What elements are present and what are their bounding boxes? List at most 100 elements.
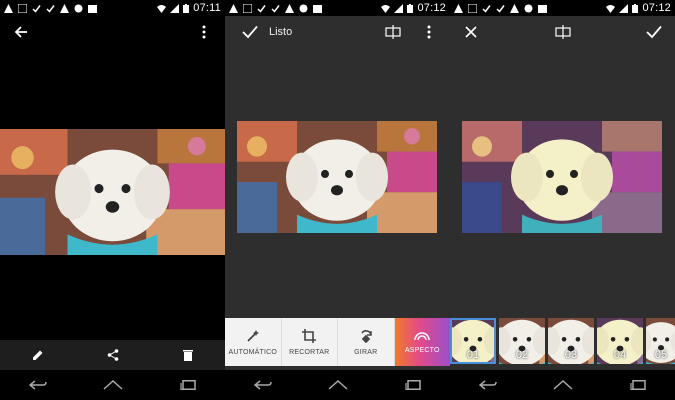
share-button[interactable]	[102, 344, 124, 366]
nav-recents-button[interactable]	[402, 374, 424, 396]
nav-back-button[interactable]	[477, 374, 499, 396]
photo-viewer-screen: 07:11	[0, 0, 225, 400]
nav-back-icon	[478, 380, 497, 390]
compare-icon	[385, 25, 401, 39]
check-icon	[32, 4, 41, 13]
wifi-icon	[381, 4, 391, 13]
system-nav-bar	[0, 370, 225, 400]
status-bar: 07:12	[450, 0, 675, 16]
filter-label: 02	[515, 349, 529, 361]
signal-icon	[394, 3, 404, 13]
nav-home-icon	[103, 380, 122, 390]
system-nav-bar	[450, 370, 675, 400]
tool-aspect-label: ASPECTO	[404, 346, 440, 354]
notification-icon	[454, 3, 463, 13]
edit-button[interactable]	[27, 344, 49, 366]
wifi-icon	[606, 4, 616, 13]
settings-icon	[299, 4, 308, 12]
nav-recents-button[interactable]	[627, 374, 649, 396]
warning-icon	[510, 3, 519, 13]
tool-crop-label: RECORTAR	[289, 348, 330, 356]
image-icon	[243, 3, 252, 13]
photo-preview	[462, 121, 662, 233]
nav-home-icon	[553, 380, 572, 390]
status-bar: 07:12	[225, 0, 450, 16]
arrow-left-icon	[14, 26, 27, 38]
filter-label: 04	[613, 349, 627, 361]
filter-thumb[interactable]: 05	[646, 318, 675, 364]
settings-icon	[524, 4, 533, 12]
action-bar	[0, 340, 225, 370]
overflow-menu-button[interactable]	[418, 21, 440, 43]
more-vert-icon	[202, 25, 206, 39]
done-button[interactable]	[239, 21, 261, 43]
warning-icon	[60, 3, 69, 13]
wifi-icon	[157, 4, 167, 13]
back-button[interactable]	[10, 21, 32, 43]
compare-icon	[554, 25, 571, 39]
nav-home-button[interactable]	[102, 374, 124, 396]
battery-icon	[407, 3, 414, 13]
nav-recents-icon	[629, 380, 646, 390]
signal-icon	[619, 3, 629, 13]
status-bar: 07:11	[0, 0, 225, 16]
edit-tools: AUTOMÁTICO RECORTAR GIRAR ASPECTO	[225, 318, 450, 366]
delete-button[interactable]	[177, 344, 199, 366]
cancel-button[interactable]	[460, 21, 482, 43]
check-icon	[271, 4, 280, 13]
nav-home-button[interactable]	[327, 374, 349, 396]
app-bar	[0, 16, 225, 48]
tool-aspect[interactable]: ASPECTO	[394, 318, 450, 366]
nav-recents-icon	[179, 380, 196, 390]
nav-home-button[interactable]	[552, 374, 574, 396]
compare-button[interactable]	[552, 21, 574, 43]
photo-editor-screen: 07:12 Listo AUTOMÁTICO RECORTAR GIRAR AS…	[225, 0, 450, 400]
filter-strip: 01 02 03 04 05	[450, 318, 675, 366]
filter-thumb[interactable]: 01	[450, 318, 496, 364]
app-bar	[450, 16, 675, 48]
clock: 07:11	[193, 2, 221, 14]
app-bar: Listo	[225, 16, 450, 48]
nav-back-button[interactable]	[27, 374, 49, 396]
check-icon	[46, 4, 55, 13]
calendar-icon	[88, 4, 97, 13]
image-icon	[18, 3, 27, 13]
magic-wand-icon	[247, 329, 259, 342]
tool-rotate-label: GIRAR	[354, 348, 378, 356]
calendar-icon	[538, 4, 547, 13]
check-icon	[482, 4, 491, 13]
nav-home-icon	[328, 380, 347, 390]
notification-icon	[229, 3, 238, 13]
check-icon	[496, 4, 505, 13]
notification-icon	[4, 3, 13, 13]
signal-icon	[170, 3, 180, 13]
close-icon	[465, 26, 477, 38]
filter-thumb[interactable]: 03	[548, 318, 594, 364]
nav-back-button[interactable]	[252, 374, 274, 396]
done-label[interactable]: Listo	[269, 26, 292, 38]
nav-recents-button[interactable]	[177, 374, 199, 396]
compare-button[interactable]	[382, 21, 404, 43]
filter-label: 03	[564, 349, 578, 361]
filter-thumb[interactable]: 02	[499, 318, 545, 364]
tool-rotate[interactable]: GIRAR	[338, 318, 395, 366]
rainbow-icon	[414, 331, 430, 340]
battery-icon	[632, 3, 639, 13]
apply-button[interactable]	[643, 21, 665, 43]
filter-thumb[interactable]: 04	[597, 318, 643, 364]
nav-back-icon	[253, 380, 272, 390]
photo[interactable]	[0, 129, 225, 255]
image-icon	[468, 3, 477, 13]
battery-icon	[183, 3, 190, 13]
filter-label: 05	[654, 349, 668, 361]
clock: 07:12	[417, 2, 446, 14]
tool-auto-label: AUTOMÁTICO	[228, 348, 278, 356]
rotate-icon	[361, 329, 372, 343]
filter-editor-screen: 07:12 01 02 03 04 05	[450, 0, 675, 400]
crop-icon	[302, 328, 317, 343]
overflow-menu-button[interactable]	[193, 21, 215, 43]
more-vert-icon	[427, 25, 431, 39]
tool-auto[interactable]: AUTOMÁTICO	[225, 318, 282, 366]
tool-crop[interactable]: RECORTAR	[281, 318, 338, 366]
settings-icon	[74, 4, 83, 12]
